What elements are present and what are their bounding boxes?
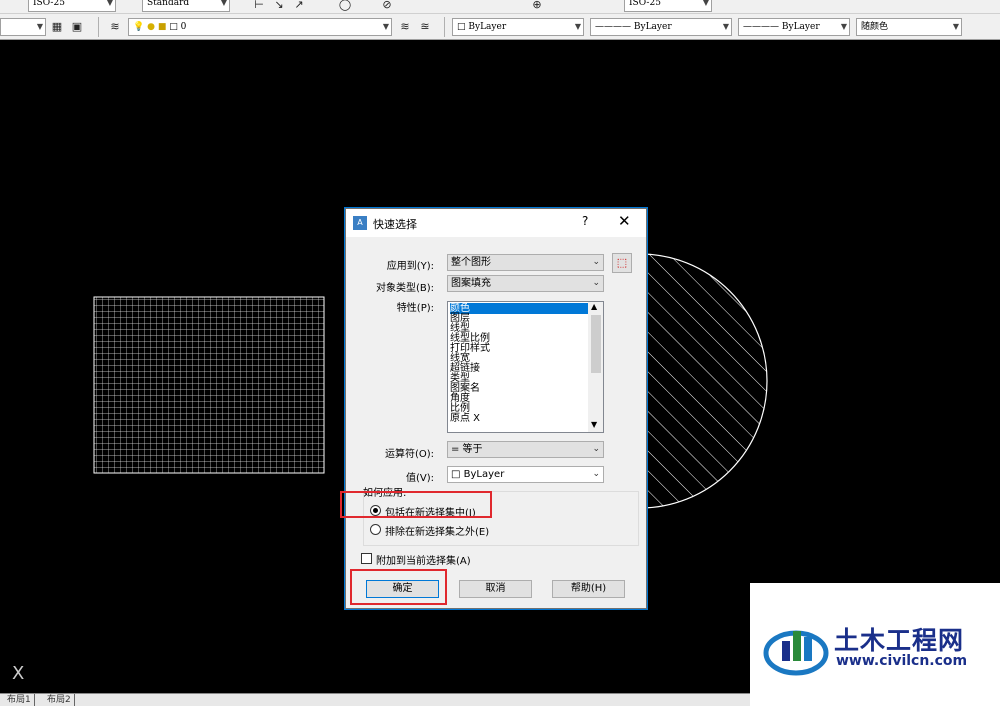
properties-listbox[interactable]: 颜色 图层 线型 线型比例 打印样式 线宽 超链接 类型 图案名 角度 比例 原… — [447, 301, 604, 433]
chevron-down-icon: ▼ — [702, 0, 709, 7]
linetype-value: ByLayer — [633, 22, 672, 32]
operator-value: = 等于 — [451, 444, 483, 455]
lineweight-combo[interactable]: ———— ByLayer ▼ — [738, 18, 850, 36]
line-sample-icon: ———— — [743, 22, 782, 32]
plotstyle-combo[interactable]: 随颜色 ▼ — [856, 18, 962, 36]
dialog-title: 快速选择 — [373, 218, 417, 231]
color-swatch-icon: □ — [451, 469, 464, 480]
make-current-layer-icon[interactable]: ≋ — [398, 20, 412, 34]
select-objects-icon[interactable]: ⬚ — [612, 253, 632, 273]
object-type-select[interactable]: 图案填充 ⌄ — [447, 275, 604, 292]
color-swatch-icon: □ — [169, 22, 178, 32]
chevron-down-icon: ⌄ — [592, 257, 600, 267]
ucs-axis-label: X — [12, 663, 25, 684]
dimstyle2-combo[interactable]: ISO-25 ▼ — [624, 0, 712, 12]
watermark-title: 土木工程网 — [834, 626, 965, 655]
scroll-up-icon[interactable]: ▲ — [591, 302, 597, 311]
help-icon[interactable]: ? — [582, 214, 588, 228]
append-label[interactable]: 附加到当前选择集(A) — [376, 552, 471, 567]
color-value: ByLayer — [468, 22, 507, 32]
quick-select-icon[interactable]: ▣ — [70, 20, 84, 34]
color-combo[interactable]: □ ByLayer ▼ — [452, 18, 584, 36]
separator — [98, 17, 99, 37]
chevron-down-icon: ▼ — [840, 22, 847, 31]
chevron-down-icon: ⌄ — [592, 278, 600, 288]
chevron-down-icon: ⌄ — [592, 444, 600, 454]
radius-dim-icon[interactable]: ◯ — [338, 0, 352, 12]
cancel-button[interactable]: 取消 — [459, 580, 532, 598]
scroll-thumb[interactable] — [591, 315, 601, 373]
value-select[interactable]: □ ByLayer ⌄ — [447, 466, 604, 483]
civilcn-logo-icon — [763, 630, 829, 676]
textstyle-value: Standard — [147, 0, 190, 8]
layer-value: 0 — [180, 22, 187, 32]
aligned-dim-icon[interactable]: ↘ — [272, 0, 286, 12]
color-swatch-icon: □ — [457, 22, 469, 32]
textstyle-combo[interactable]: Standard ▼ — [142, 0, 230, 12]
linear-dim-icon[interactable]: ⊢ — [252, 0, 266, 12]
close-icon[interactable]: ✕ — [618, 212, 631, 230]
operator-select[interactable]: = 等于 ⌄ — [447, 441, 604, 458]
match-properties-icon[interactable]: ▦ — [50, 20, 64, 34]
list-item[interactable]: 原点 X — [450, 413, 480, 424]
scroll-down-icon[interactable]: ▼ — [591, 420, 597, 429]
properties-label: 特性(P): — [396, 303, 434, 314]
layer-previous-icon[interactable]: ≊ — [418, 20, 432, 34]
layer-combo[interactable]: 💡 ● ■ □ 0 ▼ — [128, 18, 392, 36]
value-label: 值(V): — [405, 473, 434, 484]
append-checkbox[interactable] — [361, 553, 372, 564]
list-item[interactable]: 颜色 — [450, 303, 588, 314]
line-sample-icon: ———— — [595, 22, 634, 32]
value-value: ByLayer — [463, 469, 505, 480]
object-type-value: 图案填充 — [451, 278, 491, 289]
sun-icon: ● — [147, 22, 155, 32]
operator-label: 运算符(O): — [384, 449, 434, 460]
lock-icon: ■ — [157, 22, 167, 32]
watermark-logo: 土木工程网 www.civilcn.com — [750, 583, 1000, 706]
chevron-down-icon: ▼ — [382, 22, 389, 31]
toolbar-top: ISO-25 ▼ Standard ▼ ISO-25 ▼ ⊢ ↘ ↗ ◯ ⊘ ⊕ — [0, 0, 1000, 14]
tab-layout2[interactable]: 布局2 — [44, 694, 75, 706]
apply-to-select[interactable]: 整个图形 ⌄ — [447, 254, 604, 271]
list-scrollbar[interactable]: ▲ ▼ — [588, 302, 603, 432]
chevron-down-icon: ▼ — [722, 22, 729, 31]
apply-to-label: 应用到(Y): — [386, 261, 434, 272]
dimstyle-value: ISO-25 — [33, 0, 65, 8]
layer-manager-icon[interactable]: ≋ — [108, 20, 122, 34]
lineweight-value: ByLayer — [781, 22, 820, 32]
tab-layout1[interactable]: 布局1 — [4, 694, 35, 706]
plotstyle-value: 随颜色 — [861, 22, 889, 32]
help-button[interactable]: 帮助(H) — [552, 580, 625, 598]
exclude-radio[interactable] — [370, 524, 381, 535]
chevron-down-icon: ⌄ — [592, 469, 600, 479]
separator — [444, 17, 445, 37]
watermark-url: www.civilcn.com — [836, 653, 968, 669]
dimstyle2-value: ISO-25 — [629, 0, 661, 8]
diameter-dim-icon[interactable]: ⊘ — [380, 0, 394, 12]
chevron-down-icon: ▼ — [220, 0, 227, 7]
chevron-down-icon: ▼ — [36, 22, 43, 31]
object-type-label: 对象类型(B): — [375, 283, 434, 294]
app-icon: A — [353, 216, 367, 230]
apply-to-value: 整个图形 — [451, 257, 491, 268]
grid-hatch-rectangle[interactable] — [93, 296, 325, 474]
toolbar-layers: ▼ ▦ ▣ ≋ 💡 ● ■ □ 0 ▼ ≋ ≊ □ ByLayer ▼ ———— … — [0, 14, 1000, 40]
dimstyle-combo[interactable]: ISO-25 ▼ — [28, 0, 116, 12]
highlight-ok-button — [350, 569, 447, 605]
chevron-down-icon: ▼ — [574, 22, 581, 31]
arc-dim-icon[interactable]: ↗ — [292, 0, 306, 12]
workspace-combo[interactable]: ▼ — [0, 18, 46, 36]
lightbulb-icon: 💡 — [133, 22, 145, 32]
linetype-combo[interactable]: ———— ByLayer ▼ — [590, 18, 732, 36]
exclude-label[interactable]: 排除在新选择集之外(E) — [385, 523, 489, 538]
quick-select-dialog: A 快速选择 ? ✕ 应用到(Y): 整个图形 ⌄ ⬚ 对象类型(B): 图案填充… — [345, 208, 647, 609]
chevron-down-icon: ▼ — [952, 22, 959, 31]
chevron-down-icon: ▼ — [106, 0, 113, 7]
dialog-titlebar: A 快速选择 ? ✕ — [346, 209, 646, 237]
center-mark-icon[interactable]: ⊕ — [530, 0, 544, 12]
highlight-include-option — [340, 491, 492, 518]
